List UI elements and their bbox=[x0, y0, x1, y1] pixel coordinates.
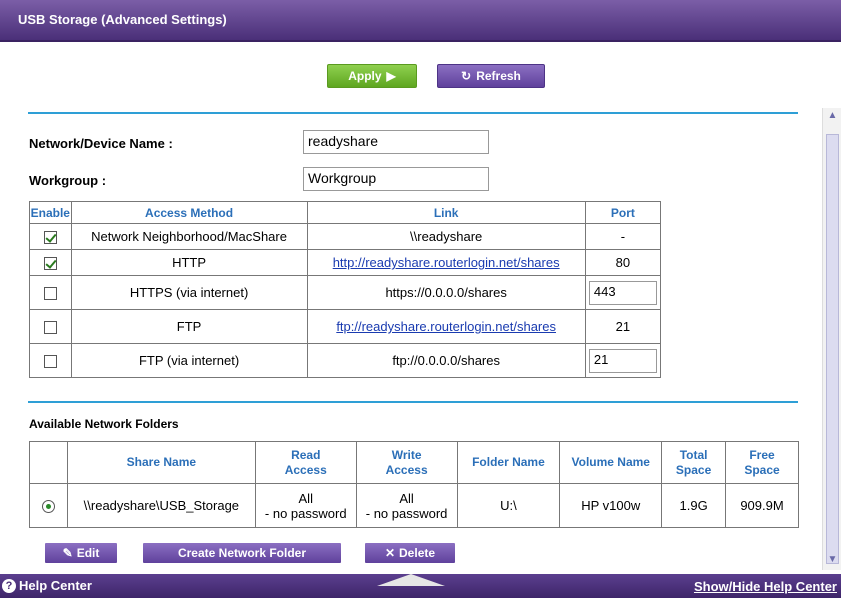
header-read-access: Read Access bbox=[254, 441, 357, 484]
window-title: USB Storage (Advanced Settings) bbox=[18, 12, 227, 27]
create-network-folder-button[interactable]: Create Network Folder bbox=[143, 543, 341, 563]
show-hide-help-link[interactable]: Show/Hide Help Center bbox=[694, 579, 837, 594]
https-port-input[interactable]: 443 bbox=[588, 280, 657, 305]
create-label: Create Network Folder bbox=[177, 546, 307, 560]
header-free-space: Free Space bbox=[725, 441, 799, 484]
folders-table-header: Share Name Read Access Write Access Folder… bbox=[29, 441, 799, 484]
enable-checkbox-http[interactable] bbox=[43, 257, 57, 271]
device-name-label: Network/Device Name : bbox=[29, 136, 173, 151]
method-label: HTTPS (via internet) bbox=[70, 275, 308, 310]
edit-button[interactable]: ✎ Edit bbox=[45, 543, 117, 563]
access-method-table: Enable Access Method Link Port Network N… bbox=[29, 201, 662, 378]
enable-checkbox-ftp-internet[interactable] bbox=[43, 355, 57, 369]
link-text: \\readyshare bbox=[306, 223, 586, 250]
network-folders-table: Share Name Read Access Write Access Folder… bbox=[29, 441, 799, 528]
edit-label: Edit bbox=[76, 546, 100, 560]
scroll-up-icon[interactable]: ▲ bbox=[823, 110, 841, 124]
help-toggle-tab-icon[interactable] bbox=[377, 574, 445, 586]
delete-label: Delete bbox=[399, 546, 436, 560]
help-question-icon: ? bbox=[2, 578, 16, 593]
scroll-down-icon[interactable]: ▼ bbox=[823, 554, 841, 568]
close-x-icon: ✕ bbox=[384, 546, 396, 560]
header-volume-name: Volume Name bbox=[559, 441, 663, 484]
apply-label: Apply bbox=[348, 69, 382, 83]
method-label: FTP bbox=[70, 309, 308, 344]
workgroup-field[interactable]: Workgroup bbox=[303, 167, 489, 191]
pencil-icon: ✎ bbox=[62, 546, 73, 560]
delete-button[interactable]: ✕ Delete bbox=[365, 543, 455, 563]
access-row-ftp: FTP ftp://readyshare.routerlogin.net/sha… bbox=[29, 309, 662, 344]
folders-section-title: Available Network Folders bbox=[29, 417, 179, 431]
header-link: Link bbox=[306, 201, 586, 224]
share-name-cell: \\readyshare\USB_Storage bbox=[66, 483, 256, 528]
footer-bar: ? Help Center Show/Hide Help Center bbox=[0, 574, 841, 598]
header-share-name: Share Name bbox=[66, 441, 256, 484]
header-enable: Enable bbox=[29, 201, 72, 224]
port-value: 21 bbox=[584, 309, 662, 344]
header-write-access: Write Access bbox=[355, 441, 458, 484]
refresh-icon: ↻ bbox=[461, 69, 472, 83]
divider-middle bbox=[28, 401, 798, 403]
read-access-cell: All - no password bbox=[254, 483, 357, 528]
http-link[interactable]: http://readyshare.routerlogin.net/shares bbox=[333, 255, 560, 270]
help-center-link[interactable]: ? Help Center bbox=[2, 578, 92, 593]
method-label: Network Neighborhood/MacShare bbox=[70, 223, 308, 250]
method-label: HTTP bbox=[70, 249, 308, 276]
apply-button[interactable]: Apply ▶ bbox=[327, 64, 417, 88]
header-select bbox=[29, 441, 68, 484]
access-row-ftp-internet: FTP (via internet) ftp://0.0.0.0/shares … bbox=[29, 343, 662, 378]
write-access-cell: All - no password bbox=[355, 483, 458, 528]
link-text: ftp://0.0.0.0/shares bbox=[306, 343, 586, 378]
enable-checkbox-smb[interactable] bbox=[43, 231, 57, 245]
header-port: Port bbox=[584, 201, 662, 224]
enable-checkbox-https[interactable] bbox=[43, 287, 57, 301]
free-space-cell: 909.9M bbox=[725, 483, 799, 528]
header-access-method: Access Method bbox=[70, 201, 308, 224]
scroll-thumb[interactable] bbox=[826, 134, 839, 564]
title-bar: USB Storage (Advanced Settings) bbox=[0, 0, 841, 42]
folder-select-radio[interactable] bbox=[41, 500, 55, 514]
folder-row: \\readyshare\USB_Storage All - no passwor… bbox=[29, 483, 799, 528]
divider-top bbox=[28, 112, 798, 114]
refresh-label: Refresh bbox=[476, 69, 521, 83]
device-name-field[interactable]: readyshare bbox=[303, 130, 489, 154]
enable-checkbox-ftp[interactable] bbox=[43, 321, 57, 335]
total-space-cell: 1.9G bbox=[661, 483, 727, 528]
port-value: - bbox=[584, 223, 662, 250]
folder-name-cell: U:\ bbox=[456, 483, 561, 528]
access-row-http: HTTP http://readyshare.routerlogin.net/s… bbox=[29, 249, 662, 276]
vertical-scrollbar[interactable]: ▲ ▼ bbox=[822, 108, 841, 570]
workgroup-label: Workgroup : bbox=[29, 173, 107, 188]
help-center-label: Help Center bbox=[19, 578, 92, 593]
ftp-internet-port-input[interactable]: 21 bbox=[588, 348, 657, 373]
access-table-header: Enable Access Method Link Port bbox=[29, 201, 662, 224]
ftp-link[interactable]: ftp://readyshare.routerlogin.net/shares bbox=[336, 319, 556, 334]
method-label: FTP (via internet) bbox=[70, 343, 308, 378]
link-text: https://0.0.0.0/shares bbox=[306, 275, 586, 310]
port-value: 80 bbox=[584, 249, 662, 276]
header-folder-name: Folder Name bbox=[456, 441, 561, 484]
access-row-smb: Network Neighborhood/MacShare \\readysha… bbox=[29, 223, 662, 250]
play-arrow-icon: ▶ bbox=[386, 69, 396, 83]
toolbar: Apply ▶ ↻ Refresh bbox=[0, 44, 824, 112]
volume-name-cell: HP v100w bbox=[559, 483, 663, 528]
access-row-https: HTTPS (via internet) https://0.0.0.0/sha… bbox=[29, 275, 662, 310]
header-total-space: Total Space bbox=[661, 441, 727, 484]
refresh-button[interactable]: ↻ Refresh bbox=[437, 64, 545, 88]
